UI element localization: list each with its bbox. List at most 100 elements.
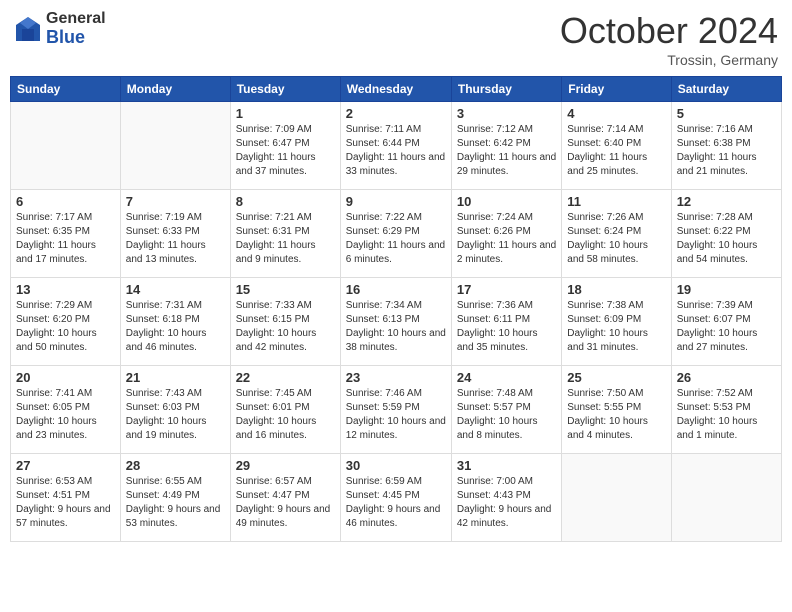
week-row-2: 6 Sunrise: 7:17 AM Sunset: 6:35 PM Daylig… (11, 190, 782, 278)
calendar-cell: 10Sunrise: 7:24 AM Sunset: 6:26 PM Dayli… (451, 190, 561, 278)
day-info: Sunrise: 7:31 AM Sunset: 6:18 PM Dayligh… (126, 299, 225, 355)
day-info: Sunrise: 7:17 AM Sunset: 6:35 PM Dayligh… (16, 211, 115, 267)
day-info: Sunrise: 7:28 AM Sunset: 6:22 PM Dayligh… (677, 211, 776, 267)
calendar-cell: 13 Sunrise: 7:29 AM Sunset: 6:20 PM Dayli… (11, 278, 121, 366)
day-info: Sunrise: 6:53 AM Sunset: 4:51 PM Dayligh… (16, 475, 115, 531)
calendar-cell: 31Sunrise: 7:00 AM Sunset: 4:43 PM Dayli… (451, 454, 561, 542)
day-info: Sunrise: 7:50 AM Sunset: 5:55 PM Dayligh… (567, 387, 665, 443)
week-row-4: 20 Sunrise: 7:41 AM Sunset: 6:05 PM Dayli… (11, 366, 782, 454)
day-number: 18 (567, 282, 665, 297)
day-number: 16 (346, 282, 446, 297)
day-info: Sunrise: 7:21 AM Sunset: 6:31 PM Dayligh… (236, 211, 335, 267)
day-info: Sunrise: 7:26 AM Sunset: 6:24 PM Dayligh… (567, 211, 665, 267)
day-number: 12 (677, 194, 776, 209)
calendar-cell: 4Sunrise: 7:14 AM Sunset: 6:40 PM Daylig… (562, 102, 671, 190)
day-number: 23 (346, 370, 446, 385)
day-number: 8 (236, 194, 335, 209)
calendar-cell: 27 Sunrise: 6:53 AM Sunset: 4:51 PM Dayli… (11, 454, 121, 542)
day-info: Sunrise: 7:11 AM Sunset: 6:44 PM Dayligh… (346, 123, 446, 179)
day-number: 19 (677, 282, 776, 297)
day-info: Sunrise: 7:48 AM Sunset: 5:57 PM Dayligh… (457, 387, 556, 443)
day-number: 27 (16, 458, 115, 473)
calendar-table: SundayMondayTuesdayWednesdayThursdayFrid… (10, 76, 782, 542)
day-number: 24 (457, 370, 556, 385)
day-info: Sunrise: 6:59 AM Sunset: 4:45 PM Dayligh… (346, 475, 446, 531)
calendar-cell: 16 Sunrise: 7:34 AM Sunset: 6:13 PM Dayli… (340, 278, 451, 366)
day-number: 21 (126, 370, 225, 385)
calendar-cell: 26 Sunrise: 7:52 AM Sunset: 5:53 PM Dayli… (671, 366, 781, 454)
day-info: Sunrise: 6:55 AM Sunset: 4:49 PM Dayligh… (126, 475, 225, 531)
day-info: Sunrise: 7:39 AM Sunset: 6:07 PM Dayligh… (677, 299, 776, 355)
day-number: 22 (236, 370, 335, 385)
day-number: 7 (126, 194, 225, 209)
calendar-cell (562, 454, 671, 542)
calendar-cell: 3 Sunrise: 7:12 AM Sunset: 6:42 PM Daylig… (451, 102, 561, 190)
day-number: 20 (16, 370, 115, 385)
day-info: Sunrise: 7:46 AM Sunset: 5:59 PM Dayligh… (346, 387, 446, 443)
day-info: Sunrise: 7:45 AM Sunset: 6:01 PM Dayligh… (236, 387, 335, 443)
day-number: 13 (16, 282, 115, 297)
calendar-cell (120, 102, 230, 190)
day-info: Sunrise: 7:12 AM Sunset: 6:42 PM Dayligh… (457, 123, 556, 179)
day-info: Sunrise: 7:38 AM Sunset: 6:09 PM Dayligh… (567, 299, 665, 355)
day-info: Sunrise: 7:00 AM Sunset: 4:43 PM Dayligh… (457, 475, 556, 531)
logo-text: General Blue (46, 10, 106, 47)
day-number: 15 (236, 282, 335, 297)
calendar-cell (11, 102, 121, 190)
day-number: 4 (567, 106, 665, 121)
calendar-cell: 5Sunrise: 7:16 AM Sunset: 6:38 PM Daylig… (671, 102, 781, 190)
day-info: Sunrise: 7:52 AM Sunset: 5:53 PM Dayligh… (677, 387, 776, 443)
calendar-cell: 25 Sunrise: 7:50 AM Sunset: 5:55 PM Dayli… (562, 366, 671, 454)
week-row-3: 13 Sunrise: 7:29 AM Sunset: 6:20 PM Dayli… (11, 278, 782, 366)
day-info: Sunrise: 7:34 AM Sunset: 6:13 PM Dayligh… (346, 299, 446, 355)
location: Trossin, Germany (560, 52, 778, 68)
calendar-cell: 24 Sunrise: 7:48 AM Sunset: 5:57 PM Dayli… (451, 366, 561, 454)
calendar-cell (671, 454, 781, 542)
calendar-cell: 9 Sunrise: 7:22 AM Sunset: 6:29 PM Daylig… (340, 190, 451, 278)
day-header-thursday: Thursday (451, 77, 561, 102)
calendar-cell: 28 Sunrise: 6:55 AM Sunset: 4:49 PM Dayli… (120, 454, 230, 542)
day-number: 10 (457, 194, 556, 209)
calendar-cell: 29 Sunrise: 6:57 AM Sunset: 4:47 PM Dayli… (230, 454, 340, 542)
calendar-cell: 6 Sunrise: 7:17 AM Sunset: 6:35 PM Daylig… (11, 190, 121, 278)
calendar-cell: 19 Sunrise: 7:39 AM Sunset: 6:07 PM Dayli… (671, 278, 781, 366)
page-header: General Blue October 2024 Trossin, Germa… (10, 10, 782, 68)
logo: General Blue (14, 10, 106, 47)
day-number: 3 (457, 106, 556, 121)
day-info: Sunrise: 7:22 AM Sunset: 6:29 PM Dayligh… (346, 211, 446, 267)
month-title: October 2024 (560, 10, 778, 52)
day-header-wednesday: Wednesday (340, 77, 451, 102)
day-info: Sunrise: 7:19 AM Sunset: 6:33 PM Dayligh… (126, 211, 225, 267)
day-number: 26 (677, 370, 776, 385)
day-number: 14 (126, 282, 225, 297)
week-row-1: 1Sunrise: 7:09 AM Sunset: 6:47 PM Daylig… (11, 102, 782, 190)
day-header-saturday: Saturday (671, 77, 781, 102)
day-header-tuesday: Tuesday (230, 77, 340, 102)
day-info: Sunrise: 7:41 AM Sunset: 6:05 PM Dayligh… (16, 387, 115, 443)
day-info: Sunrise: 7:29 AM Sunset: 6:20 PM Dayligh… (16, 299, 115, 355)
day-number: 11 (567, 194, 665, 209)
calendar-cell: 21 Sunrise: 7:43 AM Sunset: 6:03 PM Dayli… (120, 366, 230, 454)
calendar-cell: 8 Sunrise: 7:21 AM Sunset: 6:31 PM Daylig… (230, 190, 340, 278)
calendar-cell: 17Sunrise: 7:36 AM Sunset: 6:11 PM Dayli… (451, 278, 561, 366)
day-info: Sunrise: 7:43 AM Sunset: 6:03 PM Dayligh… (126, 387, 225, 443)
calendar-cell: 1Sunrise: 7:09 AM Sunset: 6:47 PM Daylig… (230, 102, 340, 190)
day-number: 29 (236, 458, 335, 473)
day-number: 28 (126, 458, 225, 473)
calendar-cell: 14 Sunrise: 7:31 AM Sunset: 6:18 PM Dayli… (120, 278, 230, 366)
calendar-cell: 18 Sunrise: 7:38 AM Sunset: 6:09 PM Dayli… (562, 278, 671, 366)
day-number: 25 (567, 370, 665, 385)
day-info: Sunrise: 6:57 AM Sunset: 4:47 PM Dayligh… (236, 475, 335, 531)
title-area: October 2024 Trossin, Germany (560, 10, 778, 68)
day-number: 6 (16, 194, 115, 209)
day-number: 5 (677, 106, 776, 121)
day-header-monday: Monday (120, 77, 230, 102)
calendar-cell: 12 Sunrise: 7:28 AM Sunset: 6:22 PM Dayli… (671, 190, 781, 278)
calendar-header-row: SundayMondayTuesdayWednesdayThursdayFrid… (11, 77, 782, 102)
day-number: 9 (346, 194, 446, 209)
calendar-cell: 23 Sunrise: 7:46 AM Sunset: 5:59 PM Dayli… (340, 366, 451, 454)
calendar-cell: 22 Sunrise: 7:45 AM Sunset: 6:01 PM Dayli… (230, 366, 340, 454)
day-header-sunday: Sunday (11, 77, 121, 102)
calendar-cell: 7 Sunrise: 7:19 AM Sunset: 6:33 PM Daylig… (120, 190, 230, 278)
calendar-cell: 30Sunrise: 6:59 AM Sunset: 4:45 PM Dayli… (340, 454, 451, 542)
